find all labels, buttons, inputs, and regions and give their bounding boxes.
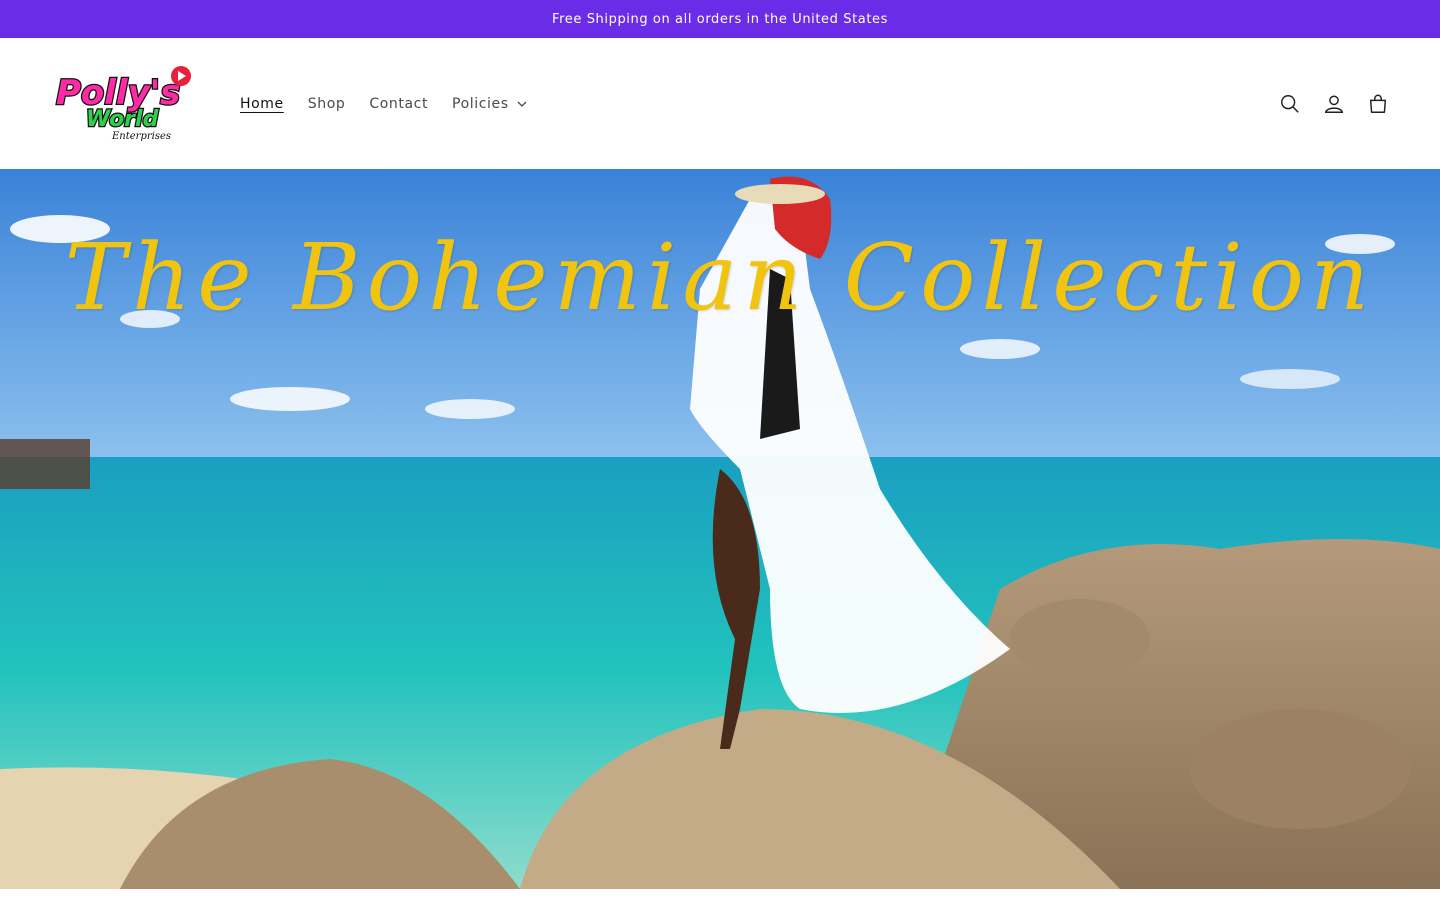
hero-title: The Bohemian Collection xyxy=(64,224,1376,331)
nav-home[interactable]: Home xyxy=(228,88,296,120)
announcement-bar: Free Shipping on all orders in the Unite… xyxy=(0,0,1440,38)
nav-contact[interactable]: Contact xyxy=(357,88,440,120)
svg-text:Enterprises: Enterprises xyxy=(111,131,171,142)
site-header: Polly's World Enterprises Home Shop Cont… xyxy=(0,38,1440,169)
nav-policies[interactable]: Policies xyxy=(440,88,539,120)
search-icon[interactable] xyxy=(1278,92,1302,116)
brand-logo[interactable]: Polly's World Enterprises xyxy=(50,64,200,144)
announcement-text: Free Shipping on all orders in the Unite… xyxy=(551,11,889,27)
nav-contact-label: Contact xyxy=(369,95,429,112)
header-icons xyxy=(1278,92,1390,116)
nav-shop[interactable]: Shop xyxy=(296,88,358,120)
hero-banner[interactable]: The Bohemian Collection xyxy=(0,169,1440,889)
main-nav: Home Shop Contact Policies xyxy=(228,88,539,120)
cart-icon[interactable] xyxy=(1366,92,1390,116)
nav-home-label: Home xyxy=(240,95,284,112)
chevron-down-icon xyxy=(517,101,527,107)
svg-text:World: World xyxy=(86,107,159,132)
nav-policies-label: Policies xyxy=(452,95,509,112)
account-icon[interactable] xyxy=(1322,92,1346,116)
nav-shop-label: Shop xyxy=(307,95,346,112)
